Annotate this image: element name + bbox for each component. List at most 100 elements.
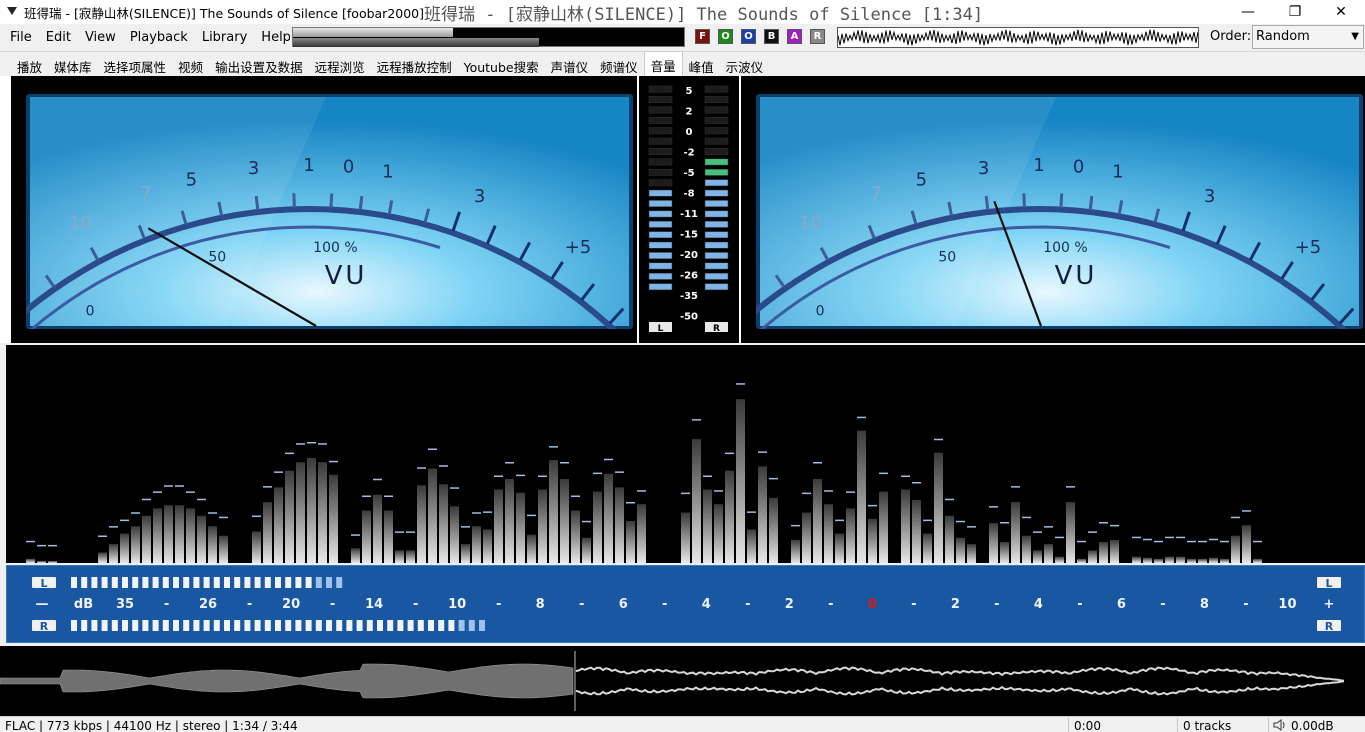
peak-meter: 5 2 0 -2 -5 -8 -11 -15 -20 -26 -35 -50 L R (637, 76, 741, 343)
scale-right-segment (479, 620, 485, 631)
scale-mark: - (1077, 597, 1082, 612)
peak-segment-left (648, 262, 673, 270)
peak-tick-label: -26 (680, 271, 698, 282)
spectrum-peak-cap (450, 487, 459, 489)
scale-mark: 14 (365, 597, 383, 612)
layout-button-b[interactable]: B (764, 29, 779, 44)
spectrum-bar (1220, 558, 1229, 563)
seek-bar[interactable] (292, 27, 685, 47)
tab-9[interactable]: 频谱仪 (594, 53, 644, 76)
maximize-button[interactable]: ❐ (1272, 0, 1318, 24)
spectrum-bar (1242, 525, 1251, 563)
spectrum-bar (351, 548, 360, 563)
menu-edit[interactable]: Edit (39, 28, 78, 48)
scale-mark: - (579, 597, 584, 612)
spectrum-bar (197, 515, 206, 563)
menu-playback[interactable]: Playback (123, 28, 195, 48)
peak-left-label: L (658, 324, 664, 334)
stereo-level-scale: L L R R — dB 35 - 26 - 20 - 14 - 10 - 8 - 6 - 4 - 2 - 0 - 2 - 4 - 6 - 8 -… (6, 565, 1365, 643)
app-logo-icon[interactable] (4, 4, 20, 20)
scale-mark: 20 (282, 597, 300, 612)
spectrum-peak-cap (593, 472, 602, 475)
tab-7[interactable]: Youtube搜索 (458, 53, 545, 76)
scale-left-segment (132, 577, 139, 588)
peak-segment-right (704, 96, 729, 103)
speaker-icon[interactable] (1273, 719, 1287, 732)
order-dropdown[interactable]: Random ▼ (1252, 25, 1364, 49)
seek-bar-fill (293, 28, 454, 37)
scale-mark: - (1160, 597, 1165, 612)
scale-left-segment (152, 577, 159, 588)
tab-11[interactable]: 峰值 (683, 53, 720, 76)
layout-button-a[interactable]: A (787, 29, 802, 44)
scale-mark: 4 (1034, 597, 1043, 612)
tab-4[interactable]: 输出设置及数据 (209, 53, 309, 76)
tab-2[interactable]: 选择项属性 (98, 53, 173, 76)
spectrum-bar (1209, 557, 1218, 563)
menu-library[interactable]: Library (195, 28, 254, 48)
spectrum-bar (923, 533, 932, 563)
spectrum-peak-cap (527, 514, 536, 517)
spectrum-peak-cap (351, 534, 360, 536)
tab-6[interactable]: 远程播放控制 (371, 53, 458, 76)
scale-right-segment (326, 620, 332, 631)
spectrum-peak-cap (901, 475, 910, 477)
tab-3[interactable]: 视频 (172, 53, 209, 76)
spectrum-bar (1253, 558, 1262, 563)
spectrum-peak-cap (197, 498, 206, 501)
spectrum-peak-cap (1088, 531, 1097, 533)
spectrum-peak-cap (813, 462, 822, 464)
spectrum-peak-cap (681, 492, 690, 495)
tab-5[interactable]: 远程浏览 (309, 53, 371, 76)
scale-right-segment (397, 620, 404, 631)
spectrum-peak-cap (48, 544, 57, 547)
spectrum-bar (615, 487, 624, 563)
scale-right-segment (285, 620, 292, 631)
foobar2000-window: { "window": { "app_icon": "down-arrow-lo… (0, 0, 1365, 732)
spectrum-peak-cap (1011, 486, 1020, 488)
menu-bar: File Edit View Playback Library Help (3, 28, 298, 48)
scale-right-segment (346, 620, 353, 631)
tab-10[interactable]: 音量 (643, 51, 683, 76)
peak-right-label: R (713, 324, 720, 334)
peak-segment-right (704, 262, 729, 270)
scale-left-segment (101, 577, 108, 588)
scale-right-segment (336, 620, 343, 631)
tab-0[interactable]: 播放 (11, 53, 48, 76)
scale-mark: - (164, 597, 169, 612)
scale-right-segment (111, 620, 118, 631)
spectrum-peak-cap (164, 485, 173, 487)
spectrum-peak-cap (1231, 516, 1240, 519)
peak-segment-right (704, 231, 729, 239)
spectrum-peak-cap (791, 524, 800, 527)
spectrum-bar (736, 399, 745, 563)
status-volume: 0.00dB (1291, 719, 1334, 732)
spectrum-peak-cap (1132, 536, 1141, 539)
minimize-button[interactable]: — (1225, 0, 1271, 24)
vu-percent-label: 50 (938, 250, 956, 266)
vu-scale-label: 1 (1112, 161, 1123, 182)
tab-1[interactable]: 媒体库 (48, 53, 98, 76)
layout-button-r[interactable]: R (810, 29, 825, 44)
menu-file[interactable]: File (3, 28, 39, 48)
scale-right-segment (244, 620, 251, 631)
peak-segment-left (648, 168, 673, 176)
tab-12[interactable]: 示波仪 (720, 53, 770, 76)
layout-button-o[interactable]: O (741, 29, 756, 44)
waveform-seekbar[interactable] (0, 646, 1365, 716)
layout-button-o[interactable]: O (718, 29, 733, 44)
vu-percent-label: 50 (208, 250, 226, 266)
scale-left-segment (91, 577, 98, 588)
spectrum-bar (769, 497, 778, 563)
peak-segment-left (648, 210, 673, 218)
spectrum-peak-cap (1220, 540, 1229, 543)
scale-right-segment (468, 620, 475, 631)
layout-button-f[interactable]: F (695, 29, 710, 44)
tab-8[interactable]: 声谱仪 (545, 53, 595, 76)
close-button[interactable]: ✕ (1318, 0, 1364, 24)
seek-bar-buffer (293, 38, 540, 47)
menu-view[interactable]: View (78, 28, 123, 48)
spectrum-bar (208, 526, 217, 563)
spectrum-bar (571, 510, 580, 563)
spectrum-peak-cap (142, 498, 151, 501)
